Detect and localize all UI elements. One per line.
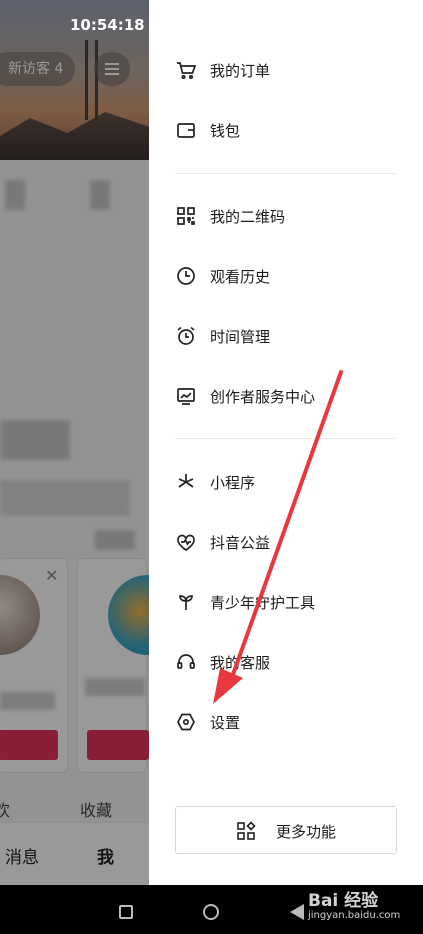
menu-item-youth-protection[interactable]: 青少年守护工具 (149, 580, 423, 624)
menu-item-label: 钱包 (210, 122, 241, 140)
menu-item-time-management[interactable]: 时间管理 (149, 314, 423, 358)
watermark-logo-text: Bai 经验 (308, 891, 379, 911)
menu-item-label: 青少年守护工具 (210, 594, 316, 612)
menu-item-label: 抖音公益 (210, 534, 271, 552)
menu-item-settings[interactable]: 设置 (149, 700, 423, 744)
menu-item-wallet[interactable]: 钱包 (149, 108, 423, 152)
menu-item-label: 我的客服 (210, 654, 271, 672)
side-drawer: 我的订单 钱包 我的二维码 观看历史 时间管理 创作者服务中心 小程序 抖音公益… (149, 0, 423, 885)
headset-icon (177, 654, 195, 669)
menu-item-watch-history[interactable]: 观看历史 (149, 254, 423, 298)
watermark: Bai 经验 jingyan.baidu.com (300, 882, 420, 930)
recent-apps-icon[interactable] (119, 905, 133, 919)
menu-item-label: 小程序 (210, 474, 256, 492)
menu-item-label: 时间管理 (210, 328, 271, 346)
chart-monitor-icon (177, 388, 195, 405)
wallet-icon (177, 123, 195, 138)
menu-item-mini-programs[interactable]: 小程序 (149, 460, 423, 504)
grid-icon (237, 821, 256, 840)
menu-item-label: 创作者服务中心 (210, 388, 316, 406)
watermark-url: jingyan.baidu.com (308, 910, 401, 921)
menu-item-label: 我的订单 (210, 62, 271, 80)
divider (175, 173, 397, 174)
status-time: 10:54:18 (70, 16, 145, 34)
more-features-label: 更多功能 (276, 823, 337, 841)
menu-item-label: 观看历史 (210, 268, 271, 286)
cart-icon (177, 62, 197, 80)
hexagon-gear-icon (177, 713, 195, 731)
more-features-button[interactable]: 更多功能 (175, 806, 397, 854)
sprout-icon (179, 595, 193, 610)
heart-wave-icon (177, 534, 195, 552)
menu-item-charity[interactable]: 抖音公益 (149, 520, 423, 564)
qrcode-icon (177, 207, 195, 225)
menu-item-my-orders[interactable]: 我的订单 (149, 48, 423, 92)
menu-item-label: 设置 (210, 714, 241, 732)
home-icon[interactable] (203, 904, 219, 920)
menu-item-label: 我的二维码 (210, 208, 286, 226)
divider (175, 438, 397, 439)
alarm-clock-icon (177, 326, 195, 345)
menu-item-customer-service[interactable]: 我的客服 (149, 640, 423, 684)
menu-item-creator-center[interactable]: 创作者服务中心 (149, 374, 423, 418)
menu-item-qr-code[interactable]: 我的二维码 (149, 194, 423, 238)
clock-icon (177, 267, 195, 285)
asterisk-icon (178, 474, 194, 488)
